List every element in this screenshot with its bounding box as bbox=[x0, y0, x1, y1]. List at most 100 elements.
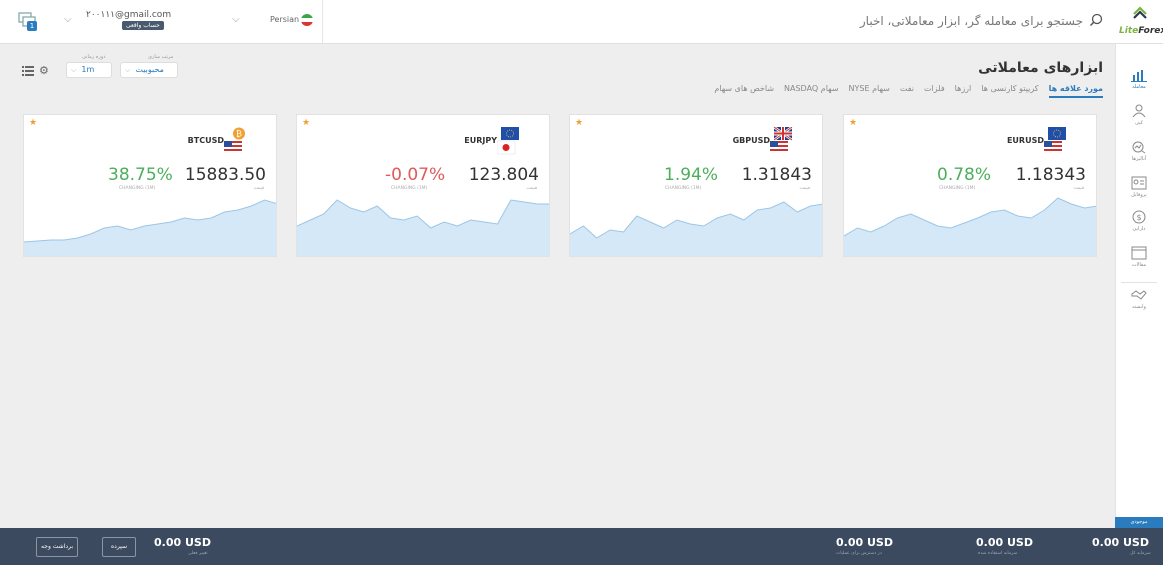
price-value: 123.804 bbox=[468, 165, 539, 185]
change-label: CHANGING (1M) bbox=[391, 186, 428, 191]
logo-mark-icon bbox=[1133, 6, 1147, 19]
change-label: CHANGING (1M) bbox=[665, 186, 702, 191]
gear-icon[interactable]: ⚙ bbox=[39, 64, 49, 77]
chart-icon bbox=[1131, 70, 1147, 82]
sidebar-item-affiliate[interactable]: وابسته bbox=[1115, 288, 1163, 316]
star-icon[interactable]: ★ bbox=[29, 118, 37, 128]
sparkline-chart bbox=[844, 197, 1096, 256]
change-value: 0.78% bbox=[937, 165, 992, 185]
sort-label: مرتب سازی bbox=[148, 54, 174, 60]
chevron-down-icon: ⌵ bbox=[71, 66, 77, 74]
category-tabs: مورد علاقه ها کریپتو کارنسی ها ارزها فلز… bbox=[704, 84, 1103, 98]
account-email[interactable]: ۲۰۰۱۱۱@gmail.com bbox=[86, 10, 171, 20]
sparkline-area bbox=[297, 200, 549, 256]
tab-crypto[interactable]: کریپتو کارنسی ها bbox=[981, 84, 1038, 98]
sparkline-chart bbox=[24, 199, 276, 256]
sidebar-item-articles[interactable]: مقالات bbox=[1115, 246, 1163, 274]
analysis-icon bbox=[1132, 141, 1146, 154]
price-label: قیمت bbox=[253, 186, 264, 191]
sort-select[interactable]: ⌵ محبوبیت bbox=[120, 62, 178, 78]
iran-flag-icon bbox=[301, 14, 313, 26]
sidebar-item-analysis[interactable]: آنالیزها bbox=[1115, 140, 1163, 168]
dollar-icon: $ bbox=[1132, 210, 1146, 224]
sparkline-chart bbox=[297, 199, 549, 256]
period-label: دوره زمانی bbox=[82, 54, 106, 60]
symbol-label: EURUSD bbox=[1006, 136, 1044, 145]
star-icon[interactable]: ★ bbox=[575, 118, 583, 128]
tab-nasdaq[interactable]: سهام NASDAQ bbox=[784, 84, 839, 98]
available-value: 0.00 USD bbox=[836, 536, 893, 549]
change-value: 1.94% bbox=[664, 165, 719, 185]
instrument-card-eurusd[interactable]: ★ EURUSD 0.78% CHANGING (1M) 1.18343 قیم… bbox=[843, 114, 1097, 257]
sidebar-divider bbox=[1121, 282, 1157, 283]
window-icon bbox=[1131, 246, 1147, 260]
instrument-card-btcusd[interactable]: ★ BTCUSD ₿ 38.75% CHANGING (1M) 15883.50… bbox=[23, 114, 277, 257]
star-icon[interactable]: ★ bbox=[302, 118, 310, 128]
available-label: در دسترس برای عملیات bbox=[836, 551, 882, 556]
tab-nyse[interactable]: سهام NYSE bbox=[849, 84, 890, 98]
tab-favorites[interactable]: مورد علاقه ها bbox=[1048, 84, 1103, 98]
instrument-card-eurjpy[interactable]: ★ EURJPY -0.07% CHANGING (1M) 123.804 قی… bbox=[296, 114, 550, 257]
deposit-button[interactable]: سپرده bbox=[102, 537, 136, 557]
chevron-down-icon[interactable]: ⌵ bbox=[232, 14, 240, 25]
price-value: 1.18343 bbox=[1015, 165, 1086, 185]
star-icon[interactable]: ★ bbox=[849, 118, 857, 128]
uk-us-flags-icon bbox=[770, 127, 793, 154]
eu-us-flags-icon bbox=[1044, 127, 1066, 154]
total-capital-value: 0.00 USD bbox=[1092, 536, 1149, 549]
logo-text: LiteForex bbox=[1119, 26, 1163, 36]
tab-metals[interactable]: فلزات bbox=[924, 84, 945, 98]
main-sidebar: معامله کپی آنالیزها پروفایل $ دارایی مقا… bbox=[1115, 44, 1163, 528]
withdraw-button[interactable]: برداشت وجه bbox=[36, 537, 78, 557]
tab-oil[interactable]: نفت bbox=[900, 84, 914, 98]
sparkline-chart bbox=[570, 201, 822, 256]
sidebar-item-assets[interactable]: $ دارایی bbox=[1115, 210, 1163, 238]
account-panel: 1 ⌵ ۲۰۰۱۱۱@gmail.com حساب واقعی ⌵ Persia… bbox=[0, 0, 323, 44]
symbol-label: BTCUSD bbox=[187, 136, 224, 145]
change-label: CHANGING (1M) bbox=[939, 186, 976, 191]
filter-bar: ⚙ دوره زمانی ⌵ 1m مرتب سازی ⌵ محبوبیت bbox=[22, 52, 192, 86]
current-change-label: تغییر فعلی bbox=[188, 551, 208, 556]
balance-toggle[interactable]: موجودی bbox=[1115, 517, 1163, 528]
people-icon bbox=[1132, 104, 1146, 118]
liteforex-logo[interactable]: LiteForex bbox=[1115, 0, 1163, 44]
eu-jp-flags-icon bbox=[497, 127, 519, 155]
chevron-down-icon: ⌵ bbox=[125, 66, 131, 74]
tab-currencies[interactable]: ارزها bbox=[955, 84, 972, 98]
price-label: قیمت bbox=[799, 186, 810, 191]
change-value: 38.75% bbox=[108, 165, 173, 185]
sidebar-item-trade[interactable]: معامله bbox=[1115, 68, 1163, 96]
handshake-icon bbox=[1131, 290, 1147, 300]
svg-text:₿: ₿ bbox=[236, 130, 242, 139]
page-title: ابزارهای معاملاتی bbox=[978, 60, 1103, 76]
change-label: CHANGING (1M) bbox=[119, 186, 156, 191]
sidebar-item-copy[interactable]: کپی bbox=[1115, 104, 1163, 132]
current-change-value: 0.00 USD bbox=[154, 536, 211, 549]
search-icon[interactable] bbox=[1089, 13, 1103, 27]
price-value: 15883.50 bbox=[184, 165, 266, 185]
sparkline-area bbox=[24, 200, 276, 256]
profile-icon bbox=[1131, 176, 1147, 190]
sparkline-area bbox=[570, 202, 822, 256]
price-label: قیمت bbox=[1073, 186, 1084, 191]
period-select[interactable]: ⌵ 1m bbox=[66, 62, 112, 78]
notification-count-badge: 1 bbox=[27, 21, 37, 31]
search-input[interactable]: جستجو برای معامله گر، ابزار معاملاتی، اخ… bbox=[860, 14, 1083, 28]
chevron-down-icon[interactable]: ⌵ bbox=[64, 14, 72, 25]
language-selector[interactable]: Persian bbox=[270, 15, 299, 24]
balance-footer: برداشت وجه سپرده 0.00 USD تغییر فعلی 0.0… bbox=[0, 528, 1163, 565]
list-view-icon[interactable] bbox=[22, 66, 34, 76]
notifications-button[interactable]: 1 bbox=[18, 12, 40, 32]
top-bar: 1 ⌵ ۲۰۰۱۱۱@gmail.com حساب واقعی ⌵ Persia… bbox=[0, 0, 1163, 44]
svg-text:$: $ bbox=[1136, 213, 1141, 222]
btc-us-flags-icon: ₿ bbox=[224, 127, 245, 154]
instrument-card-gbpusd[interactable]: ★ GBPUSD 1.94% CHANGING (1M) 1.31843 قیم… bbox=[569, 114, 823, 257]
used-capital-label: سرمایه استفاده شده bbox=[978, 551, 1018, 556]
used-capital-value: 0.00 USD bbox=[976, 536, 1033, 549]
symbol-label: GBPUSD bbox=[732, 136, 770, 145]
sidebar-item-profile[interactable]: پروفایل bbox=[1115, 176, 1163, 204]
total-capital-label: سرمایه کل bbox=[1130, 551, 1151, 556]
price-label: قیمت bbox=[526, 186, 537, 191]
tab-indices[interactable]: شاخص های سهام bbox=[714, 84, 774, 98]
price-value: 1.31843 bbox=[741, 165, 812, 185]
